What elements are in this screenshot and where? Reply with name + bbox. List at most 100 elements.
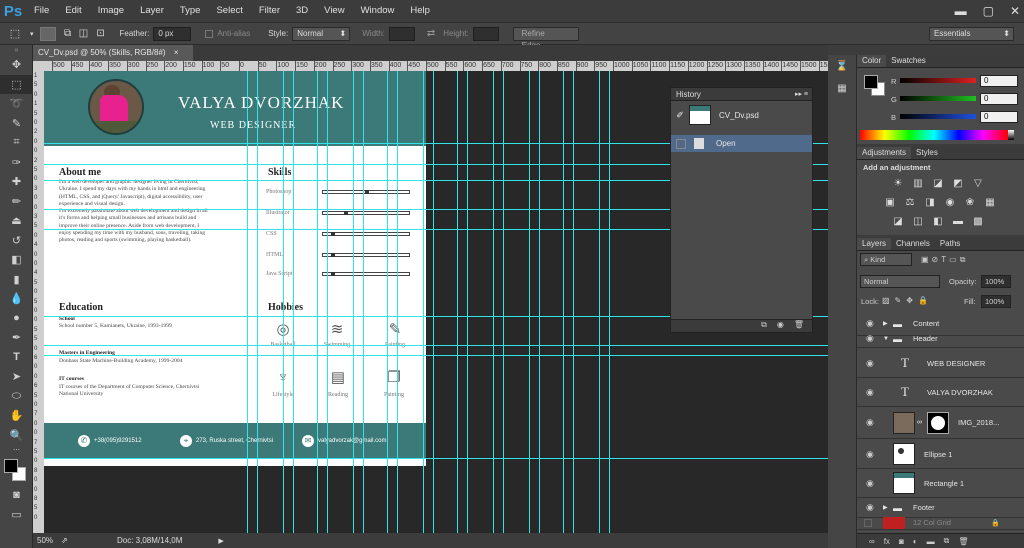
guide-vertical[interactable] xyxy=(387,71,388,533)
eye-icon[interactable]: ◉ xyxy=(866,387,874,398)
eye-icon[interactable]: ◉ xyxy=(866,358,874,369)
brightness-icon[interactable]: ☀ xyxy=(891,178,905,190)
guide-vertical[interactable] xyxy=(423,71,424,533)
guide-vertical[interactable] xyxy=(539,71,540,533)
guide-vertical[interactable] xyxy=(503,71,504,533)
panel-menu-icon[interactable]: ▸▸ ≡ xyxy=(795,88,812,100)
guide-vertical[interactable] xyxy=(563,71,564,533)
quick-mask-icon[interactable]: ◙ xyxy=(0,485,33,505)
menu-file[interactable]: File xyxy=(26,0,57,22)
layer-row[interactable]: ◉ T VALYA DVORZHAK xyxy=(857,378,1024,407)
eye-icon[interactable]: ◉ xyxy=(866,333,874,344)
visibility-toggle[interactable] xyxy=(864,518,872,527)
exposure-icon[interactable]: ◩ xyxy=(951,178,965,190)
healing-tool-icon[interactable]: ✚ xyxy=(0,172,33,192)
properties-panel-icon[interactable]: ▦ xyxy=(828,77,856,99)
marquee-tool-icon[interactable]: ⬚ xyxy=(0,74,33,94)
dodge-tool-icon[interactable]: ● xyxy=(0,309,33,329)
zoom-tool-icon[interactable]: 🔍 xyxy=(0,426,33,446)
eye-icon[interactable]: ◉ xyxy=(866,417,874,428)
move-tool-icon[interactable]: ✥ xyxy=(0,55,33,75)
ruler-horizontal[interactable]: 500 450 400 350 300 250 200 150 100 50 0 50 100 150 20… xyxy=(44,61,835,71)
guide-vertical[interactable] xyxy=(397,71,398,533)
path-select-tool-icon[interactable]: ➤ xyxy=(0,367,33,387)
expand-icon[interactable]: ▶ xyxy=(883,320,888,327)
lock-icons[interactable]: ▨✎✥🔒 xyxy=(882,296,933,305)
tab-styles[interactable]: Styles xyxy=(911,147,943,159)
layer-row[interactable]: ◉ Rectangle 1 xyxy=(857,469,1024,498)
stamp-tool-icon[interactable]: ⏏ xyxy=(0,211,33,231)
guide-vertical[interactable] xyxy=(609,71,610,533)
tab-layers[interactable]: Layers xyxy=(857,238,892,250)
guide-vertical[interactable] xyxy=(493,71,494,533)
new-selection-icon[interactable] xyxy=(39,26,56,41)
eye-icon[interactable]: ◉ xyxy=(866,449,874,460)
menu-edit[interactable]: Edit xyxy=(57,0,89,22)
blue-slider[interactable] xyxy=(900,114,976,119)
channel-mixer-icon[interactable]: ❀ xyxy=(963,197,977,209)
trash-icon[interactable]: 🗑 xyxy=(794,320,804,332)
expand-icon[interactable]: ▶ xyxy=(883,504,888,511)
eraser-tool-icon[interactable]: ◧ xyxy=(0,250,33,270)
tab-channels[interactable]: Channels xyxy=(891,238,935,250)
adjustment-layer-icon[interactable]: ◐ xyxy=(913,537,918,546)
menu-filter[interactable]: Filter xyxy=(251,0,288,22)
gradient-tool-icon[interactable]: ▮ xyxy=(0,270,33,290)
quick-select-tool-icon[interactable]: ✎ xyxy=(0,114,33,134)
guide-horizontal[interactable] xyxy=(44,345,828,346)
red-value-input[interactable]: 0 xyxy=(980,75,1018,87)
blur-tool-icon[interactable]: 💧 xyxy=(0,289,33,309)
link-layers-icon[interactable]: ∞ xyxy=(869,537,875,546)
tab-paths[interactable]: Paths xyxy=(935,238,965,250)
add-selection-icon[interactable]: ⧉ xyxy=(60,28,76,39)
document-tab[interactable]: CV_Dv.psd @ 50% (Skills, RGB/8#) × xyxy=(33,45,193,61)
add-mask-icon[interactable]: ◙ xyxy=(899,537,904,546)
share-icon[interactable]: ⇗ xyxy=(61,536,77,545)
refine-edge-button[interactable]: Refine Edge... xyxy=(512,26,579,50)
layer-row[interactable]: ◉ T WEB DESIGNER xyxy=(857,349,1024,378)
photo-filter-icon[interactable]: ◉ xyxy=(943,197,957,209)
layer-row[interactable]: 12 Col Grid 🔒 xyxy=(857,516,1024,530)
eye-icon[interactable]: ◉ xyxy=(866,318,874,329)
gradient-map-icon[interactable]: ▬ xyxy=(951,216,965,228)
history-panel-icon[interactable]: ⌛ xyxy=(828,55,856,77)
history-source-box[interactable] xyxy=(676,138,686,149)
layer-row[interactable]: ◉ ▼ ▬ Header xyxy=(857,330,1024,348)
layer-row[interactable]: ◉ ▶ ▬ Footer xyxy=(857,498,1024,518)
style-select[interactable]: Normal ⬍ xyxy=(292,26,351,41)
close-tab-icon[interactable]: × xyxy=(174,48,179,57)
history-brush-icon[interactable]: ✐ xyxy=(671,110,689,121)
tab-adjustments[interactable]: Adjustments xyxy=(857,147,912,159)
menu-view[interactable]: View xyxy=(316,0,352,22)
menu-type[interactable]: Type xyxy=(172,0,209,22)
workspace-select[interactable]: Essentials ⬍ xyxy=(929,27,1014,41)
vibrance-icon[interactable]: ▽ xyxy=(971,178,985,190)
history-step-row[interactable]: Open xyxy=(671,135,812,152)
menu-layer[interactable]: Layer xyxy=(132,0,172,22)
threshold-icon[interactable]: ◧ xyxy=(931,216,945,228)
history-brush-tool-icon[interactable]: ↺ xyxy=(0,231,33,251)
hand-tool-icon[interactable]: ✋ xyxy=(0,406,33,426)
guide-vertical[interactable] xyxy=(293,71,294,533)
minimize-icon[interactable]: ▬ xyxy=(955,4,967,18)
maximize-icon[interactable]: ▢ xyxy=(983,4,994,18)
layer-filter-select[interactable]: ⌕ Kind xyxy=(860,253,912,266)
height-input[interactable] xyxy=(472,26,499,41)
fx-icon[interactable]: fx xyxy=(884,537,890,546)
subtract-selection-icon[interactable]: ◫ xyxy=(76,28,92,39)
document-canvas[interactable]: VALYA DVORZHAK WEB DESIGNER About me I'm… xyxy=(44,71,426,466)
layer-row[interactable]: ◉ Ellipse 1 xyxy=(857,440,1024,469)
lasso-tool-icon[interactable]: ➰ xyxy=(0,94,33,114)
zoom-level[interactable]: 50% xyxy=(33,536,61,545)
ruler-vertical[interactable]: 1 5 0 1 5 0 2 0 0 2 5 0 3 0 0 3 5 0 4 0 0 4 5 0 5 0 0 5 5 0 6 0 0 6 5 0 7 0 0 7… xyxy=(33,71,44,533)
posterize-icon[interactable]: ◫ xyxy=(911,216,925,228)
guide-vertical[interactable] xyxy=(247,71,248,533)
more-tools-icon[interactable]: ⋯ xyxy=(0,445,33,455)
menu-window[interactable]: Window xyxy=(353,0,403,22)
black-white-icon[interactable]: ◨ xyxy=(923,197,937,209)
curves-icon[interactable]: ◪ xyxy=(931,178,945,190)
guide-vertical[interactable] xyxy=(573,71,574,533)
menu-help[interactable]: Help xyxy=(402,0,438,22)
fill-input[interactable]: 100% xyxy=(981,295,1011,308)
selective-color-icon[interactable]: ▩ xyxy=(971,216,985,228)
